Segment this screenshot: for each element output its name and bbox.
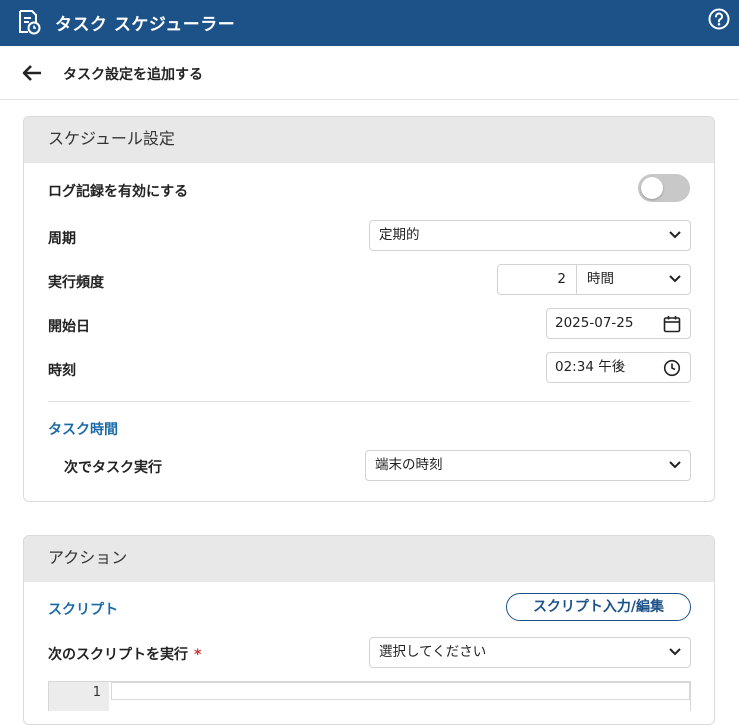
- app-title: タスク スケジューラー: [55, 15, 236, 35]
- calendar-icon[interactable]: [663, 315, 681, 333]
- logging-toggle[interactable]: [638, 174, 690, 202]
- period-value: 定期的: [379, 227, 420, 243]
- run-script-label-text: 次のスクリプトを実行: [48, 647, 188, 663]
- run-task-label: 次でタスク実行: [64, 460, 162, 476]
- app-header: タスク スケジューラー: [0, 0, 739, 46]
- run-script-label: 次のスクリプトを実行 *: [48, 644, 201, 664]
- chevron-down-icon: [669, 648, 681, 656]
- page-header: タスク設定を追加する: [0, 46, 739, 100]
- frequency-input[interactable]: 2: [497, 264, 577, 295]
- editor-line-number: 1: [49, 682, 109, 711]
- script-editor[interactable]: 1: [48, 681, 691, 711]
- help-circle-icon[interactable]: [708, 8, 730, 30]
- document-clock-icon: [19, 10, 41, 35]
- script-heading: スクリプト: [48, 602, 118, 618]
- frequency-unit-value: 時間: [587, 271, 614, 287]
- run-script-select[interactable]: 選択してください: [369, 637, 691, 668]
- time-value: 02:34 午後: [555, 359, 626, 375]
- required-mark: *: [194, 647, 202, 663]
- frequency-label: 実行頻度: [48, 275, 104, 291]
- logging-label: ログ記録を有効にする: [48, 184, 189, 200]
- chevron-down-icon: [669, 275, 681, 283]
- time-input[interactable]: 02:34 午後: [546, 352, 691, 383]
- task-time-heading: タスク時間: [48, 422, 118, 438]
- period-label: 周期: [48, 231, 76, 247]
- chevron-down-icon: [669, 461, 681, 469]
- clock-icon[interactable]: [663, 359, 681, 377]
- run-task-select[interactable]: 端末の時刻: [365, 450, 691, 481]
- toggle-knob: [641, 177, 663, 199]
- action-card: アクション スクリプト スクリプト入力/編集 次のスクリプトを実行 * 選択してく…: [23, 535, 715, 725]
- page-title: タスク設定を追加する: [63, 67, 203, 83]
- time-label: 時刻: [48, 363, 76, 379]
- script-edit-button[interactable]: スクリプト入力/編集: [506, 593, 691, 621]
- period-select[interactable]: 定期的: [369, 220, 691, 251]
- start-date-label: 開始日: [48, 319, 90, 335]
- frequency-unit-select[interactable]: 時間: [577, 264, 691, 295]
- schedule-settings-card: スケジュール設定 ログ記録を有効にする 周期 定期的 実行頻度 2 時間 開始日…: [23, 116, 715, 502]
- schedule-settings-header: スケジュール設定: [24, 117, 714, 163]
- start-date-value: 2025-07-25: [555, 315, 634, 331]
- start-date-input[interactable]: 2025-07-25: [546, 308, 691, 339]
- run-script-placeholder: 選択してください: [379, 644, 487, 660]
- section-divider: [48, 401, 691, 402]
- chevron-down-icon: [669, 231, 681, 239]
- editor-code-line[interactable]: [111, 682, 690, 700]
- run-task-value: 端末の時刻: [375, 457, 443, 473]
- action-header: アクション: [24, 536, 714, 582]
- back-arrow-icon[interactable]: [22, 64, 42, 82]
